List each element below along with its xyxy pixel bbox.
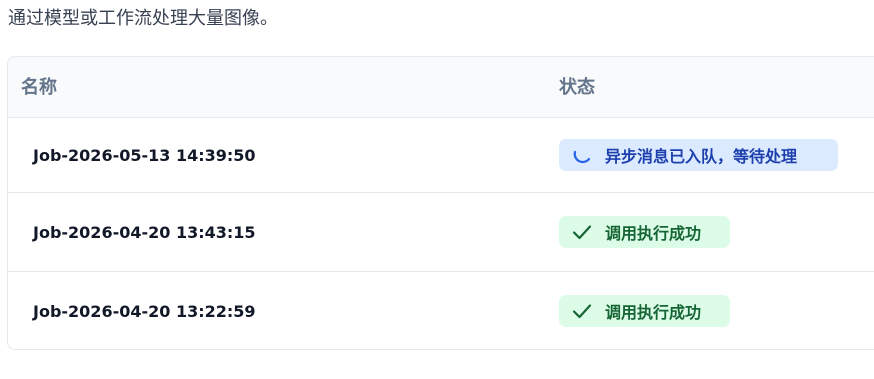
- job-name[interactable]: Job-2026-04-20 13:22:59: [33, 272, 256, 349]
- table-row[interactable]: Job-2026-05-13 14:39:50 异步消息已入队，等待处理: [8, 118, 874, 193]
- status-cell: 调用执行成功: [559, 193, 730, 271]
- table-row[interactable]: Job-2026-04-20 13:43:15 调用执行成功: [8, 193, 874, 272]
- table-header: 名称 状态: [8, 57, 874, 118]
- status-cell: 调用执行成功: [559, 272, 730, 349]
- status-badge: 调用执行成功: [559, 295, 730, 327]
- status-text: 异步消息已入队，等待处理: [605, 147, 798, 166]
- batch-jobs-page: 通过模型或工作流处理大量图像。 名称 状态 Job-2026-05-13 14:…: [0, 0, 874, 379]
- status-cell: 异步消息已入队，等待处理: [559, 118, 838, 192]
- status-text: 调用执行成功: [605, 224, 702, 243]
- check-icon: [571, 300, 593, 322]
- page-description: 通过模型或工作流处理大量图像。: [8, 8, 278, 29]
- table-row[interactable]: Job-2026-04-20 13:22:59 调用执行成功: [8, 272, 874, 349]
- jobs-table: 名称 状态 Job-2026-05-13 14:39:50 异步消息已入队，等待…: [7, 56, 874, 350]
- spinner-icon: [571, 144, 593, 166]
- status-text: 调用执行成功: [605, 303, 702, 322]
- status-badge: 调用执行成功: [559, 216, 730, 248]
- job-name[interactable]: Job-2026-05-13 14:39:50: [33, 118, 256, 192]
- column-header-name[interactable]: 名称: [21, 57, 57, 118]
- column-header-status[interactable]: 状态: [559, 57, 595, 118]
- job-name[interactable]: Job-2026-04-20 13:43:15: [33, 193, 256, 271]
- check-icon: [571, 221, 593, 243]
- status-badge: 异步消息已入队，等待处理: [559, 139, 838, 171]
